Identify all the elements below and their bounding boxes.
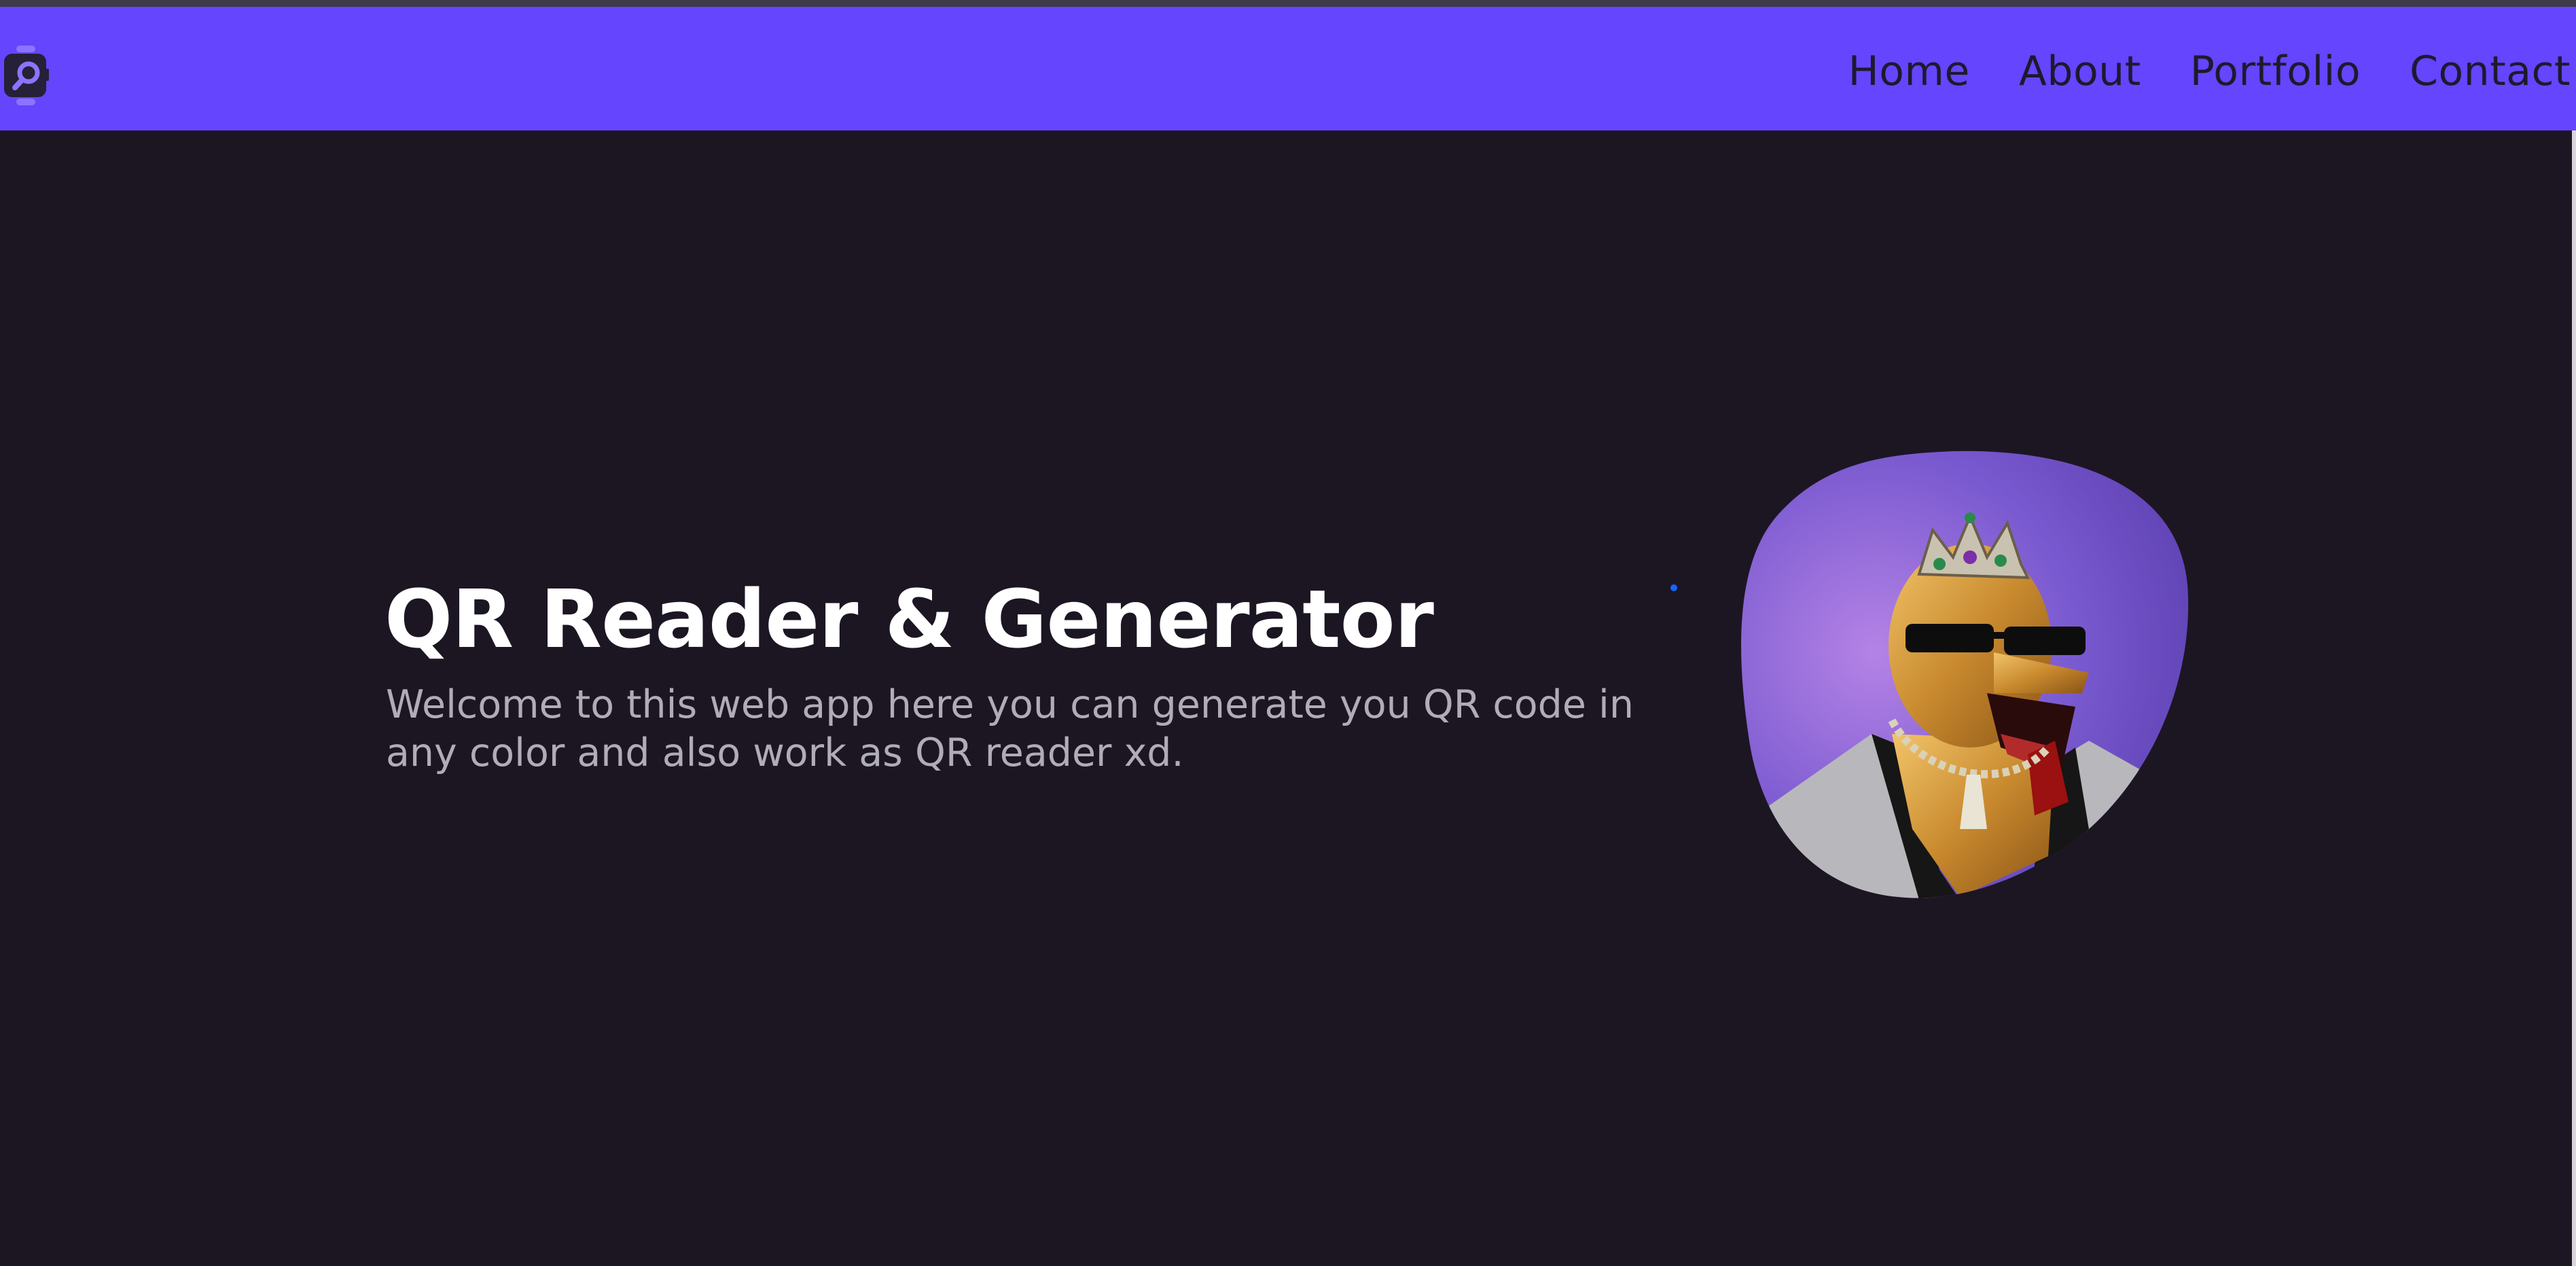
navbar: Home About Portfolio Contact xyxy=(0,7,2576,130)
golden-leopard-king-avatar xyxy=(1736,449,2191,900)
cursor-dot xyxy=(1670,584,1677,591)
hero-title: QR Reader & Generator xyxy=(384,572,1434,666)
nav-link-about[interactable]: About xyxy=(2019,48,2141,95)
nav-link-home[interactable]: Home xyxy=(1848,48,1970,95)
nav-menu: Home About Portfolio Contact xyxy=(1800,34,2571,109)
nav-link-contact[interactable]: Contact xyxy=(2410,48,2571,95)
window-right-edge xyxy=(2572,130,2576,1266)
hero-subtitle: Welcome to this web app here you can gen… xyxy=(386,682,1634,775)
qr-search-icon[interactable] xyxy=(1,44,50,107)
browser-top-border xyxy=(0,0,2576,7)
nav-link-portfolio[interactable]: Portfolio xyxy=(2190,48,2361,95)
